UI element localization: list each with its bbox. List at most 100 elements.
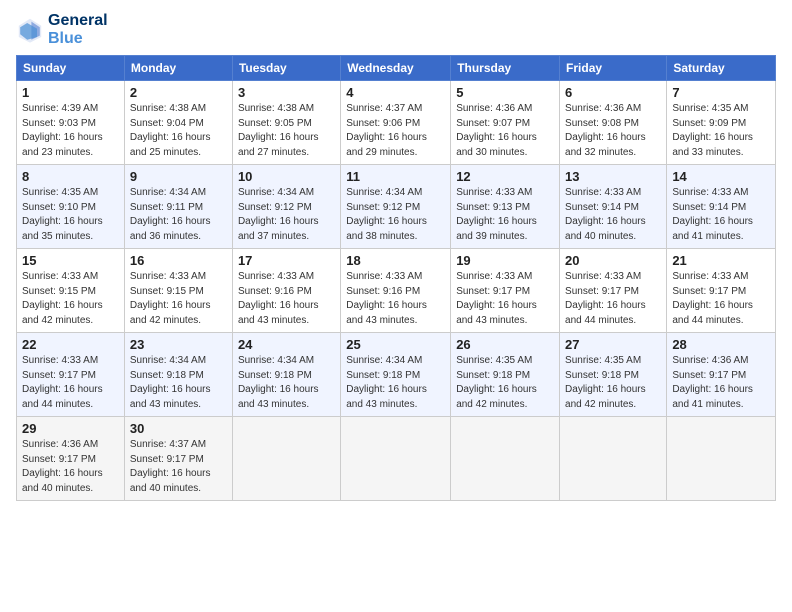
calendar-cell: 15 Sunrise: 4:33 AMSunset: 9:15 PMDaylig… [17,249,125,333]
calendar-cell [560,417,667,501]
day-info: Sunrise: 4:34 AMSunset: 9:18 PMDaylight:… [346,354,445,412]
weekday-header-wednesday: Wednesday [341,56,451,81]
day-info: Sunrise: 4:36 AMSunset: 9:07 PMDaylight:… [456,102,554,160]
calendar-cell: 7 Sunrise: 4:35 AMSunset: 9:09 PMDayligh… [667,81,776,165]
day-info: Sunrise: 4:36 AMSunset: 9:08 PMDaylight:… [565,102,661,160]
calendar-cell: 8 Sunrise: 4:35 AMSunset: 9:10 PMDayligh… [17,165,125,249]
day-info: Sunrise: 4:35 AMSunset: 9:18 PMDaylight:… [565,354,661,412]
calendar-cell [667,417,776,501]
day-number: 11 [346,169,445,184]
day-number: 2 [130,85,227,100]
day-number: 17 [238,253,335,268]
day-info: Sunrise: 4:33 AMSunset: 9:17 PMDaylight:… [565,270,661,328]
calendar-week-4: 22 Sunrise: 4:33 AMSunset: 9:17 PMDaylig… [17,333,776,417]
day-info: Sunrise: 4:34 AMSunset: 9:18 PMDaylight:… [238,354,335,412]
day-info: Sunrise: 4:33 AMSunset: 9:15 PMDaylight:… [22,270,119,328]
calendar-cell: 5 Sunrise: 4:36 AMSunset: 9:07 PMDayligh… [451,81,560,165]
day-number: 7 [672,85,770,100]
calendar-cell: 30 Sunrise: 4:37 AMSunset: 9:17 PMDaylig… [124,417,232,501]
day-info: Sunrise: 4:33 AMSunset: 9:14 PMDaylight:… [672,186,770,244]
calendar-week-2: 8 Sunrise: 4:35 AMSunset: 9:10 PMDayligh… [17,165,776,249]
calendar-cell: 13 Sunrise: 4:33 AMSunset: 9:14 PMDaylig… [560,165,667,249]
day-info: Sunrise: 4:33 AMSunset: 9:16 PMDaylight:… [346,270,445,328]
day-number: 23 [130,337,227,352]
calendar-cell: 29 Sunrise: 4:36 AMSunset: 9:17 PMDaylig… [17,417,125,501]
calendar-cell: 12 Sunrise: 4:33 AMSunset: 9:13 PMDaylig… [451,165,560,249]
calendar-cell: 23 Sunrise: 4:34 AMSunset: 9:18 PMDaylig… [124,333,232,417]
day-info: Sunrise: 4:36 AMSunset: 9:17 PMDaylight:… [672,354,770,412]
calendar-cell: 21 Sunrise: 4:33 AMSunset: 9:17 PMDaylig… [667,249,776,333]
calendar-cell: 1 Sunrise: 4:39 AMSunset: 9:03 PMDayligh… [17,81,125,165]
calendar-cell: 16 Sunrise: 4:33 AMSunset: 9:15 PMDaylig… [124,249,232,333]
day-number: 19 [456,253,554,268]
day-info: Sunrise: 4:33 AMSunset: 9:15 PMDaylight:… [130,270,227,328]
day-info: Sunrise: 4:35 AMSunset: 9:09 PMDaylight:… [672,102,770,160]
logo-text: General Blue [48,12,108,47]
generalblue-logo-icon [16,16,44,44]
day-info: Sunrise: 4:38 AMSunset: 9:05 PMDaylight:… [238,102,335,160]
calendar-cell [451,417,560,501]
calendar-cell: 26 Sunrise: 4:35 AMSunset: 9:18 PMDaylig… [451,333,560,417]
weekday-header-monday: Monday [124,56,232,81]
day-info: Sunrise: 4:35 AMSunset: 9:18 PMDaylight:… [456,354,554,412]
page: General Blue SundayMondayTuesdayWednesda… [0,0,792,612]
calendar-cell: 22 Sunrise: 4:33 AMSunset: 9:17 PMDaylig… [17,333,125,417]
weekday-header-sunday: Sunday [17,56,125,81]
calendar-cell: 14 Sunrise: 4:33 AMSunset: 9:14 PMDaylig… [667,165,776,249]
day-number: 22 [22,337,119,352]
day-number: 18 [346,253,445,268]
calendar-cell: 18 Sunrise: 4:33 AMSunset: 9:16 PMDaylig… [341,249,451,333]
day-info: Sunrise: 4:33 AMSunset: 9:16 PMDaylight:… [238,270,335,328]
day-number: 14 [672,169,770,184]
calendar-cell: 28 Sunrise: 4:36 AMSunset: 9:17 PMDaylig… [667,333,776,417]
day-info: Sunrise: 4:34 AMSunset: 9:11 PMDaylight:… [130,186,227,244]
calendar-week-3: 15 Sunrise: 4:33 AMSunset: 9:15 PMDaylig… [17,249,776,333]
weekday-header-tuesday: Tuesday [232,56,340,81]
day-info: Sunrise: 4:33 AMSunset: 9:14 PMDaylight:… [565,186,661,244]
day-info: Sunrise: 4:34 AMSunset: 9:12 PMDaylight:… [238,186,335,244]
day-info: Sunrise: 4:37 AMSunset: 9:06 PMDaylight:… [346,102,445,160]
calendar-cell: 11 Sunrise: 4:34 AMSunset: 9:12 PMDaylig… [341,165,451,249]
calendar-cell [232,417,340,501]
day-info: Sunrise: 4:33 AMSunset: 9:17 PMDaylight:… [22,354,119,412]
day-number: 28 [672,337,770,352]
day-number: 29 [22,421,119,436]
calendar-cell: 6 Sunrise: 4:36 AMSunset: 9:08 PMDayligh… [560,81,667,165]
calendar-cell [341,417,451,501]
weekday-header-saturday: Saturday [667,56,776,81]
day-info: Sunrise: 4:36 AMSunset: 9:17 PMDaylight:… [22,438,119,496]
day-number: 24 [238,337,335,352]
calendar-cell: 19 Sunrise: 4:33 AMSunset: 9:17 PMDaylig… [451,249,560,333]
day-number: 21 [672,253,770,268]
day-number: 5 [456,85,554,100]
day-info: Sunrise: 4:34 AMSunset: 9:12 PMDaylight:… [346,186,445,244]
day-number: 20 [565,253,661,268]
day-number: 26 [456,337,554,352]
weekday-header-thursday: Thursday [451,56,560,81]
day-number: 25 [346,337,445,352]
calendar-cell: 24 Sunrise: 4:34 AMSunset: 9:18 PMDaylig… [232,333,340,417]
day-info: Sunrise: 4:33 AMSunset: 9:13 PMDaylight:… [456,186,554,244]
calendar-cell: 9 Sunrise: 4:34 AMSunset: 9:11 PMDayligh… [124,165,232,249]
day-info: Sunrise: 4:34 AMSunset: 9:18 PMDaylight:… [130,354,227,412]
calendar-cell: 17 Sunrise: 4:33 AMSunset: 9:16 PMDaylig… [232,249,340,333]
day-number: 1 [22,85,119,100]
logo: General Blue [16,12,108,47]
day-number: 8 [22,169,119,184]
day-number: 12 [456,169,554,184]
day-number: 15 [22,253,119,268]
calendar-week-5: 29 Sunrise: 4:36 AMSunset: 9:17 PMDaylig… [17,417,776,501]
calendar-table: SundayMondayTuesdayWednesdayThursdayFrid… [16,55,776,501]
weekday-header-friday: Friday [560,56,667,81]
day-info: Sunrise: 4:33 AMSunset: 9:17 PMDaylight:… [672,270,770,328]
day-number: 30 [130,421,227,436]
calendar-cell: 20 Sunrise: 4:33 AMSunset: 9:17 PMDaylig… [560,249,667,333]
day-number: 4 [346,85,445,100]
day-number: 13 [565,169,661,184]
day-number: 9 [130,169,227,184]
day-info: Sunrise: 4:39 AMSunset: 9:03 PMDaylight:… [22,102,119,160]
day-number: 16 [130,253,227,268]
calendar-week-1: 1 Sunrise: 4:39 AMSunset: 9:03 PMDayligh… [17,81,776,165]
day-number: 3 [238,85,335,100]
day-info: Sunrise: 4:33 AMSunset: 9:17 PMDaylight:… [456,270,554,328]
